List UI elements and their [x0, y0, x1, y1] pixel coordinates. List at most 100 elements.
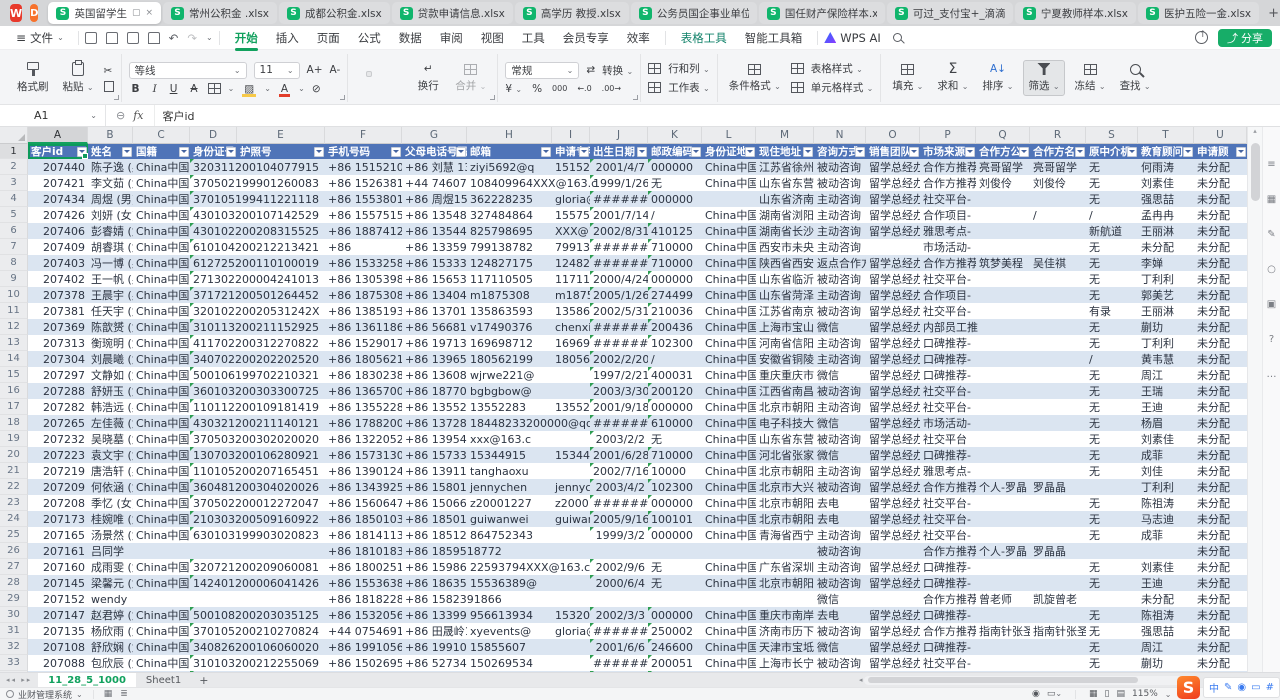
filter-dropdown-icon[interactable]	[77, 147, 87, 157]
cell[interactable]: 340826200106060020	[190, 639, 237, 655]
cell[interactable]	[866, 591, 920, 607]
row-number[interactable]: 26	[0, 543, 28, 559]
new-tab-button[interactable]: +	[1263, 6, 1280, 21]
row-number[interactable]: 21	[0, 463, 28, 479]
cell[interactable]	[866, 239, 920, 255]
clipboard-dialog-launcher[interactable]	[114, 95, 119, 100]
cell[interactable]: XXX@163.c	[552, 223, 590, 239]
cell[interactable]: 430103200107142529	[190, 207, 237, 223]
cell[interactable]	[702, 591, 756, 607]
cell[interactable]: 口碑推荐-	[920, 351, 976, 367]
row-number[interactable]: 29	[0, 591, 28, 607]
cell[interactable]: 无	[1086, 495, 1138, 511]
header-cell[interactable]: 出生日期	[590, 144, 648, 159]
cell[interactable]: 丁利利	[1138, 479, 1194, 495]
cell[interactable]: 500108200203035125	[190, 607, 237, 623]
cell[interactable]	[1138, 543, 1194, 559]
record-icon[interactable]: ◉	[1032, 689, 1040, 699]
row-number[interactable]: 33	[0, 655, 28, 671]
filter-dropdown-icon[interactable]	[122, 147, 132, 157]
cell[interactable]: 被动咨询	[814, 479, 866, 495]
row-number[interactable]: 34	[0, 671, 28, 672]
cell[interactable]: 2002/7/16	[590, 463, 648, 479]
cell[interactable]: 18448233200000@qq	[467, 415, 552, 431]
cell[interactable]: 000000	[648, 607, 702, 623]
cancel-icon[interactable]: ⊖	[116, 109, 125, 122]
cell[interactable]: 2003/4/2	[590, 479, 648, 495]
cell[interactable]: China中国	[702, 479, 756, 495]
cell[interactable]: +86 1850103098	[402, 511, 467, 527]
page-view-icon[interactable]: ▯	[1105, 689, 1110, 699]
filter-dropdown-icon[interactable]	[456, 147, 466, 157]
cell[interactable]: 无	[1086, 335, 1138, 351]
cell[interactable]: 无	[648, 575, 702, 591]
increase-font-icon[interactable]: A+	[307, 64, 323, 76]
column-header-P[interactable]: P	[920, 127, 976, 144]
cell[interactable]: China中国	[133, 431, 190, 447]
cell[interactable]: ########	[590, 319, 648, 335]
ime-mic-icon[interactable]: ◉	[1237, 682, 1246, 693]
cell[interactable]: 2001/9/18	[590, 399, 648, 415]
cell[interactable]: China中国	[133, 399, 190, 415]
cell[interactable]: China中国	[133, 479, 190, 495]
filter-dropdown-icon[interactable]	[391, 147, 401, 157]
cell[interactable]: 000000	[648, 271, 702, 287]
header-cell[interactable]: 合作方名	[1030, 144, 1086, 159]
clear-format-icon[interactable]: ⊘	[312, 83, 321, 95]
cell-style-button[interactable]: 单元格样式 ⌄	[811, 80, 874, 95]
cell[interactable]: /	[1086, 207, 1138, 223]
filter-dropdown-icon[interactable]	[179, 147, 189, 157]
cell[interactable]: /	[648, 207, 702, 223]
cell[interactable]: 未分配	[1194, 623, 1247, 639]
number-format-select[interactable]: 常规⌄	[505, 62, 579, 79]
cell[interactable]: 无	[1086, 639, 1138, 655]
cell[interactable]	[1030, 431, 1086, 447]
cell[interactable]: wendy	[88, 591, 133, 607]
cell[interactable]: 无	[1086, 655, 1138, 671]
cell[interactable]: +86 1851229020	[402, 527, 467, 543]
cell[interactable]: 山东省临沂	[756, 271, 814, 287]
cell[interactable]: +86 56681836	[402, 319, 467, 335]
row-number[interactable]: 9	[0, 271, 28, 287]
cell[interactable]: 207304	[28, 351, 88, 367]
filter-dropdown-icon[interactable]	[965, 147, 975, 157]
cell[interactable]: 102300	[648, 335, 702, 351]
cell[interactable]: +86 52734062	[402, 655, 467, 671]
cell[interactable]: 社交平台-	[920, 383, 976, 399]
cell[interactable]: 未分配	[1194, 495, 1247, 511]
cell[interactable]: 未分配	[1194, 559, 1247, 575]
header-cell[interactable]: 咨询方式	[814, 144, 866, 159]
cell[interactable]: 王一帆 (男	[88, 271, 133, 287]
cell[interactable]: 207434	[28, 191, 88, 207]
cell[interactable]: 主动咨询	[814, 239, 866, 255]
cell[interactable]: 亮哥留学	[976, 159, 1030, 175]
cell[interactable]: 留学总经办	[866, 495, 920, 511]
cell[interactable]: 2000/4/24	[590, 271, 648, 287]
cell[interactable]: China中国	[133, 191, 190, 207]
cell[interactable]: +86 19910568	[325, 639, 402, 655]
cell[interactable]: 合作方推荐	[920, 159, 976, 175]
cell[interactable]: 留学总经办	[866, 575, 920, 591]
cell[interactable]	[1030, 367, 1086, 383]
cell[interactable]: 新疆维吾尔	[756, 671, 814, 672]
fill-button[interactable]: 填充 ⌄	[888, 62, 927, 95]
cell[interactable]: 2002/3/3	[590, 607, 648, 623]
cell[interactable]: 207406	[28, 223, 88, 239]
justify-icon[interactable]	[388, 81, 392, 85]
sheet-tab-Sheet1[interactable]: Sheet1	[136, 673, 191, 688]
cell[interactable]: 留学总经办	[866, 351, 920, 367]
cell[interactable]	[590, 543, 648, 559]
panel-box-icon[interactable]: ▣	[1267, 299, 1276, 310]
cell[interactable]: +86 15320563	[325, 607, 402, 623]
column-header-H[interactable]: H	[467, 127, 552, 144]
cell[interactable]: 207265	[28, 415, 88, 431]
cell[interactable]: China中国	[702, 223, 756, 239]
cell[interactable]: China中国	[133, 607, 190, 623]
row-number[interactable]: 30	[0, 607, 28, 623]
cell[interactable]: 未分配	[1194, 239, 1247, 255]
cell[interactable]: 207145	[28, 575, 88, 591]
cell[interactable]: 未分配	[1194, 431, 1247, 447]
column-header-G[interactable]: G	[402, 127, 467, 144]
filter-dropdown-icon[interactable]	[226, 147, 236, 157]
row-number[interactable]: 7	[0, 239, 28, 255]
